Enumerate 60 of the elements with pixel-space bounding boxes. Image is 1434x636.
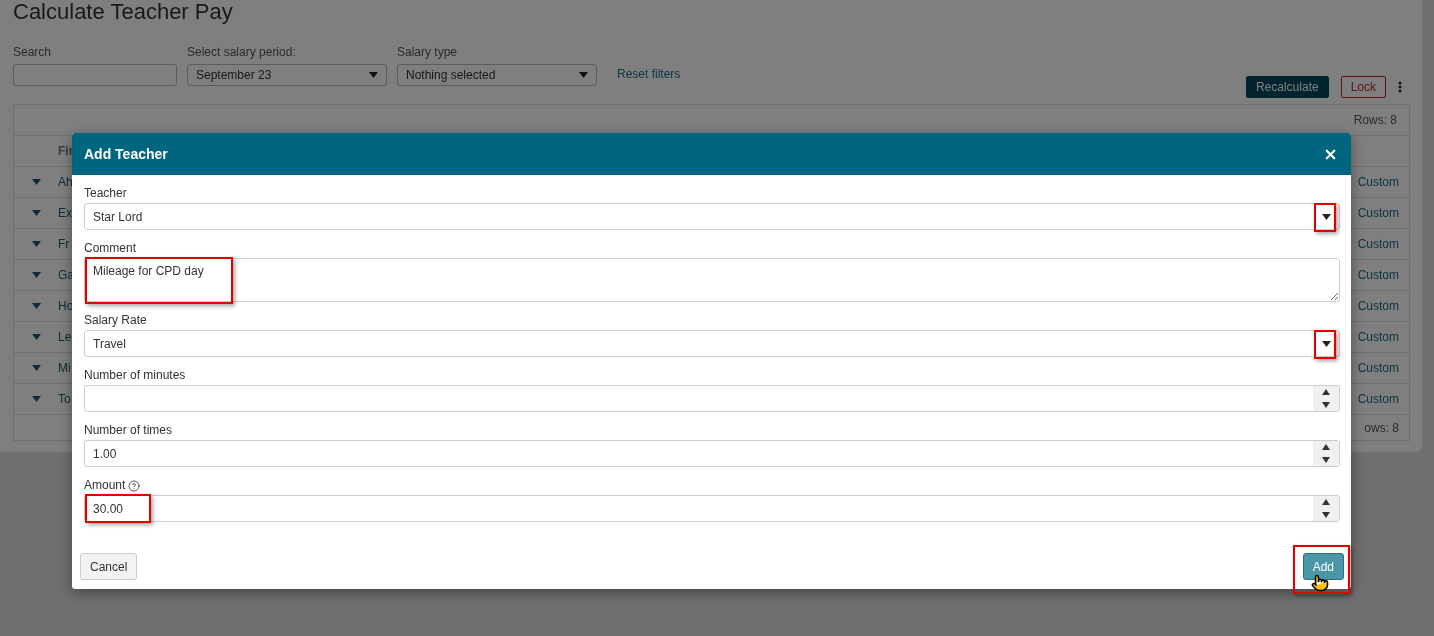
cancel-button[interactable]: Cancel: [80, 553, 138, 580]
column-header: Fir: [58, 144, 74, 158]
more-menu-icon[interactable]: [1398, 81, 1402, 93]
caret-icon: [1322, 340, 1331, 347]
comment-field[interactable]: Mileage for CPD day: [84, 258, 1340, 302]
number-field[interactable]: 1.00: [84, 440, 1340, 467]
caret-icon: [1322, 213, 1331, 220]
table-cell: Ex: [58, 206, 72, 220]
filter-label: Salary type: [397, 45, 459, 59]
custom-link[interactable]: Custom: [1357, 361, 1399, 375]
row-count: ows: 8: [1364, 420, 1399, 435]
select-field[interactable]: Travel: [84, 330, 1340, 357]
caret-icon: [369, 72, 378, 78]
expand-icon: [31, 210, 41, 216]
field-label: Amount: [84, 478, 1340, 493]
table-cell: Fr: [58, 237, 70, 251]
custom-link[interactable]: Custom: [1357, 268, 1399, 282]
field-label: Number of minutes: [84, 368, 187, 383]
table-cell: To: [58, 392, 71, 406]
custom-link[interactable]: Custom: [1357, 299, 1399, 313]
spinner-icon[interactable]: [1313, 441, 1339, 466]
reset-filters-link[interactable]: Reset filters: [617, 67, 681, 81]
dialog-title: Add Teacher: [84, 146, 168, 162]
expand-icon: [31, 334, 41, 340]
custom-link[interactable]: Custom: [1357, 392, 1399, 406]
custom-link[interactable]: Custom: [1357, 175, 1399, 189]
add-button[interactable]: Add: [1302, 553, 1344, 580]
number-field[interactable]: [84, 385, 1340, 412]
filter-label: Search: [13, 45, 53, 59]
select-field[interactable]: Star Lord: [84, 203, 1340, 230]
help-icon[interactable]: [128, 479, 141, 492]
expand-icon: [31, 303, 41, 309]
table-cell: Mi: [58, 361, 71, 375]
page-title: Calculate Teacher Pay: [13, 0, 234, 24]
expand-icon: [31, 241, 41, 247]
lock-button[interactable]: Lock: [1340, 76, 1386, 98]
row-count: Rows: 8: [1353, 113, 1397, 127]
custom-link[interactable]: Custom: [1357, 237, 1399, 251]
number-field[interactable]: 30.00: [84, 495, 1340, 522]
expand-icon: [31, 396, 41, 402]
cursor-icon: [1310, 574, 1329, 594]
filter-select[interactable]: September 23: [187, 64, 387, 86]
custom-link[interactable]: Custom: [1357, 206, 1399, 220]
table-cell: Le: [58, 330, 72, 344]
field-label: Teacher: [84, 186, 128, 201]
spinner-icon[interactable]: [1313, 496, 1339, 521]
field-label: Number of times: [84, 423, 174, 438]
expand-icon: [31, 365, 41, 371]
field-label: Salary Rate: [84, 313, 148, 328]
filter-label: Select salary period:: [187, 45, 297, 59]
recalculate-button[interactable]: Recalculate: [1245, 76, 1329, 98]
table-cell: Ah: [58, 175, 73, 189]
field-label: Comment: [84, 241, 137, 256]
filter-select[interactable]: Nothing selected: [397, 64, 597, 86]
caret-icon: [579, 72, 588, 78]
custom-link[interactable]: Custom: [1357, 330, 1399, 344]
expand-icon: [31, 272, 41, 278]
search-field[interactable]: [13, 64, 177, 86]
expand-icon: [31, 179, 41, 185]
spinner-icon[interactable]: [1313, 386, 1339, 411]
